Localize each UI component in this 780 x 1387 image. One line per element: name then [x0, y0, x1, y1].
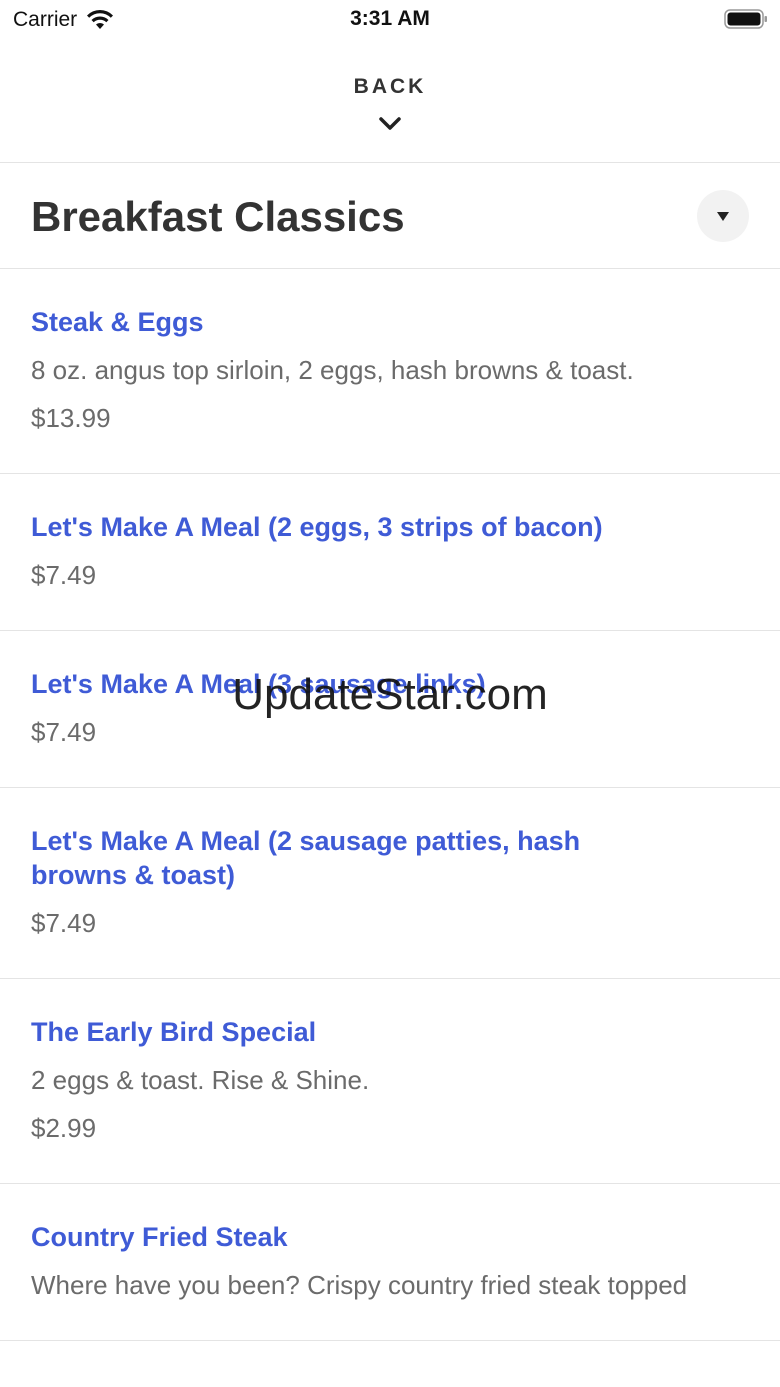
menu-item[interactable]: Let's Make A Meal (2 sausage patties, ha… [0, 788, 780, 979]
category-dropdown-button[interactable] [697, 190, 749, 242]
menu-item[interactable]: Let's Make A Meal (3 sausage links) $7.4… [0, 631, 780, 788]
back-label: BACK [353, 75, 427, 98]
menu-item[interactable]: Country Fried Steak Where have you been?… [0, 1184, 780, 1341]
menu-list: Steak & Eggs 8 oz. angus top sirloin, 2 … [0, 269, 780, 1341]
item-description: Where have you been? Crispy country frie… [31, 1270, 688, 1300]
chevron-down-icon [379, 117, 401, 130]
back-button[interactable]: BACK [0, 40, 780, 163]
item-name: Steak & Eggs [31, 307, 204, 337]
item-name: Let's Make A Meal (2 sausage patties, ha… [31, 826, 581, 890]
item-name: Let's Make A Meal (2 eggs, 3 strips of b… [31, 512, 603, 542]
item-price: $7.49 [31, 908, 97, 938]
menu-item[interactable]: Steak & Eggs 8 oz. angus top sirloin, 2 … [0, 269, 780, 474]
menu-item[interactable]: The Early Bird Special 2 eggs & toast. R… [0, 979, 780, 1184]
item-name: Country Fried Steak [31, 1222, 288, 1252]
item-price: $13.99 [31, 403, 111, 433]
item-price: $7.49 [31, 717, 97, 747]
caret-down-icon [717, 212, 729, 221]
status-time: 3:31 AM [350, 7, 430, 30]
section-title: Breakfast Classics [31, 193, 405, 240]
item-description: 8 oz. angus top sirloin, 2 eggs, hash br… [31, 355, 634, 385]
menu-item[interactable]: Let's Make A Meal (2 eggs, 3 strips of b… [0, 474, 780, 631]
item-description: 2 eggs & toast. Rise & Shine. [31, 1065, 370, 1095]
section-header: Breakfast Classics [0, 163, 780, 269]
battery-icon [724, 9, 767, 29]
item-price: $2.99 [31, 1113, 97, 1143]
status-bar: Carrier 3:31 AM [0, 0, 780, 40]
item-name: The Early Bird Special [31, 1017, 317, 1047]
item-price: $7.49 [31, 560, 97, 590]
item-name: Let's Make A Meal (3 sausage links) [31, 669, 486, 699]
